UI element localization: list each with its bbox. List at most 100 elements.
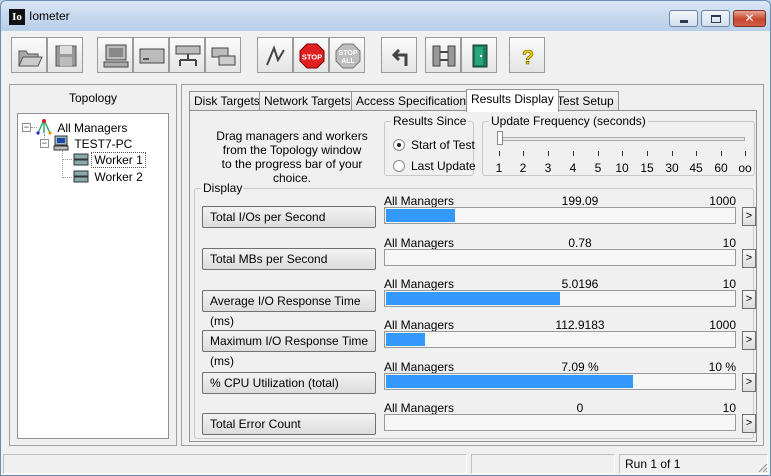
exit-icon xyxy=(472,44,488,68)
radio-start-of-test[interactable]: Start of Test xyxy=(393,137,475,153)
stat-select-button[interactable]: Average I/O Response Time (ms) xyxy=(202,290,376,328)
toolbar: STOP STOP ALL ? xyxy=(11,37,761,77)
row-source-label: All Managers xyxy=(384,360,455,374)
maximize-button[interactable] xyxy=(701,10,730,27)
row-value-label: 0 xyxy=(576,401,584,415)
save-icon xyxy=(55,45,77,67)
disk-worker-icon xyxy=(73,153,89,166)
close-button[interactable]: ✕ xyxy=(733,10,766,27)
stop-all-icon: STOPALL xyxy=(335,43,361,69)
close-icon: ✕ xyxy=(744,11,755,25)
row-source-label: All Managers xyxy=(384,194,455,208)
row-source-label: All Managers xyxy=(384,236,455,250)
expand-range-button[interactable]: > xyxy=(742,249,756,268)
update-frequency-track[interactable] xyxy=(497,137,745,141)
minimize-icon xyxy=(680,20,688,23)
window-title: Iometer xyxy=(29,9,70,23)
expand-range-button[interactable]: > xyxy=(742,331,756,350)
progress-bar[interactable] xyxy=(384,249,736,266)
expand-range-button[interactable]: > xyxy=(742,373,756,392)
tab-network-targets[interactable]: Network Targets xyxy=(259,91,356,111)
tree-node-worker-2[interactable]: Worker 2 xyxy=(73,168,145,184)
topology-header: Topology xyxy=(68,91,118,105)
expand-range-button[interactable]: > xyxy=(742,290,756,309)
reset-workers-button[interactable] xyxy=(381,37,417,73)
tree-node-all-managers[interactable]: All Managers xyxy=(36,119,129,135)
drag-instructions: Drag managers and workers from the Topol… xyxy=(216,129,368,185)
tab-disk-targets[interactable]: Disk Targets xyxy=(189,91,265,111)
stop-label: STOP xyxy=(302,53,322,62)
progress-bar[interactable] xyxy=(384,373,736,390)
collapse-manager-icon[interactable]: − xyxy=(40,139,49,148)
stat-select-button[interactable]: Maximum I/O Response Time (ms) xyxy=(202,330,376,368)
stop-button[interactable]: STOP xyxy=(293,37,329,73)
title-bar[interactable]: Io Iometer ✕ xyxy=(1,1,770,31)
stat-select-button[interactable]: % CPU Utilization (total) xyxy=(202,372,376,394)
progress-bar[interactable] xyxy=(384,290,736,307)
stop-all-label-top: STOP xyxy=(339,50,358,57)
display-legend: Display xyxy=(203,181,243,195)
open-icon xyxy=(18,50,43,67)
results-display-panel: Drag managers and workers from the Topol… xyxy=(189,110,757,442)
topology-tree[interactable]: − All Managers − TEST7-PC Worker 1 Worke… xyxy=(17,113,169,439)
duplicate-worker-icon xyxy=(211,47,236,66)
help-label: ? xyxy=(522,47,534,69)
stop-all-button[interactable]: STOP ALL xyxy=(329,37,365,73)
new-manager-button[interactable] xyxy=(97,37,133,73)
minimize-button[interactable] xyxy=(669,10,698,27)
status-panel-middle xyxy=(471,454,615,474)
start-tests-icon xyxy=(266,45,285,66)
row-value-label: 0.78 xyxy=(568,236,592,250)
resize-grip-icon[interactable] xyxy=(756,461,768,473)
disconnect-button[interactable] xyxy=(425,37,461,73)
stop-icon: STOP xyxy=(299,43,325,69)
expand-range-button[interactable]: > xyxy=(742,207,756,226)
save-button[interactable] xyxy=(47,37,83,73)
new-disk-worker-button[interactable] xyxy=(133,37,169,73)
row-source-label: All Managers xyxy=(384,401,455,415)
reset-workers-icon xyxy=(391,48,408,66)
row-max-label: 10 % xyxy=(708,360,736,374)
row-max-label: 10 xyxy=(722,277,736,291)
stat-select-button[interactable]: Total I/Os per Second xyxy=(202,206,376,228)
row-max-label: 1000 xyxy=(709,194,736,208)
progress-bar-fill xyxy=(386,209,455,222)
stat-select-button[interactable]: Total Error Count xyxy=(202,413,376,435)
progress-bar[interactable] xyxy=(384,414,736,431)
duplicate-worker-button[interactable] xyxy=(205,37,241,73)
tree-label-worker-2: Worker 2 xyxy=(94,170,143,184)
new-disk-worker-icon xyxy=(139,48,165,64)
disk-worker-icon xyxy=(73,170,89,183)
tree-node-manager[interactable]: TEST7-PC xyxy=(53,135,134,151)
progress-bar[interactable] xyxy=(384,331,736,348)
row-value-label: 7.09 % xyxy=(561,360,599,374)
new-network-worker-button[interactable] xyxy=(169,37,205,73)
progress-bar[interactable] xyxy=(384,207,736,224)
collapse-all-managers-icon[interactable]: − xyxy=(22,123,31,132)
row-value-label: 112.9183 xyxy=(555,318,605,332)
tree-node-worker-1[interactable]: Worker 1 xyxy=(73,151,146,168)
tab-access-specifications[interactable]: Access Specifications xyxy=(351,91,478,111)
tab-test-setup[interactable]: Test Setup xyxy=(552,91,619,111)
iometer-app-icon: Io xyxy=(9,9,25,25)
radio-last-update[interactable]: Last Update xyxy=(393,158,476,174)
main-pane: Disk Targets Network Targets Access Spec… xyxy=(181,84,764,446)
stop-all-label-bottom: ALL xyxy=(341,58,355,65)
disconnect-icon xyxy=(432,45,456,67)
tab-results-display[interactable]: Results Display xyxy=(466,89,559,112)
tree-label-all-managers: All Managers xyxy=(57,121,128,135)
row-value-label: 5.0196 xyxy=(561,277,599,291)
help-button[interactable]: ? xyxy=(509,37,545,73)
expand-range-button[interactable]: > xyxy=(742,414,756,433)
update-frequency-slider-thumb[interactable] xyxy=(497,131,503,145)
radio-unselected-icon xyxy=(393,160,405,172)
open-button[interactable] xyxy=(11,37,47,73)
manager-computer-icon xyxy=(53,135,69,151)
status-panel-run: Run 1 of 1 xyxy=(619,454,768,474)
row-value-label: 199.09 xyxy=(561,194,599,208)
exit-button[interactable] xyxy=(461,37,497,73)
stat-select-button[interactable]: Total MBs per Second xyxy=(202,248,376,270)
progress-bar-fill xyxy=(386,333,425,346)
all-managers-icon xyxy=(36,119,52,135)
start-tests-button[interactable] xyxy=(257,37,293,73)
